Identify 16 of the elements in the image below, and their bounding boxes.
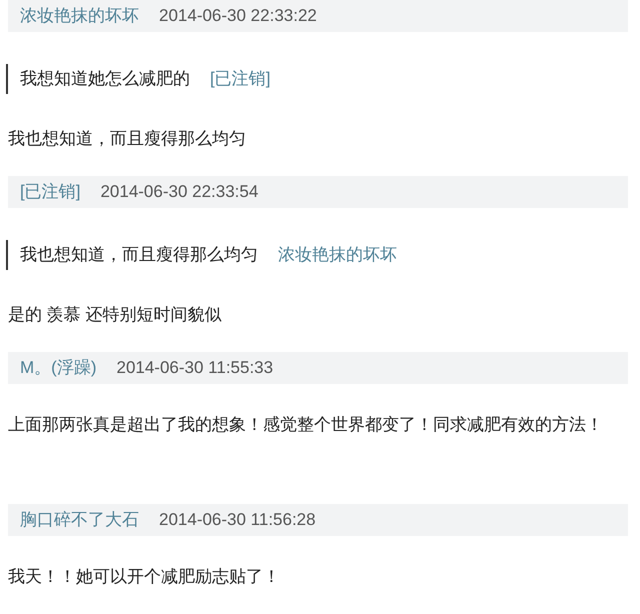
username-link[interactable]: [已注销] [20,179,80,205]
comment-time: 2014-06-30 22:33:22 [159,5,317,28]
quote-text: 我也想知道，而且瘦得那么均匀 [20,244,258,266]
username-link[interactable]: 胸口碎不了大石 [20,507,139,533]
quoted-username-link[interactable]: [已注销] [210,66,270,92]
comment-text: 我天！！她可以开个减肥励志贴了！ [8,566,281,588]
quoted-username-link[interactable]: 浓妆艳抹的坏坏 [278,242,397,268]
comment-time: 2014-06-30 11:56:28 [159,509,316,532]
comment-text: 上面那两张真是超出了我的想象！感觉整个世界都变了！同求减肥有效的方法！ [8,414,604,436]
comment-text: 我也想知道，而且瘦得那么均匀 [8,128,247,150]
username-link[interactable]: 浓妆艳抹的坏坏 [20,3,139,29]
comment-time: 2014-06-30 11:55:33 [116,357,274,380]
quote-text: 我想知道她怎么减肥的 [20,68,190,90]
comment-text: 是的 羡慕 还特别短时间貌似 [8,304,222,326]
comment-time: 2014-06-30 22:33:54 [100,181,258,204]
username-link[interactable]: M。(浮躁) [20,355,96,381]
